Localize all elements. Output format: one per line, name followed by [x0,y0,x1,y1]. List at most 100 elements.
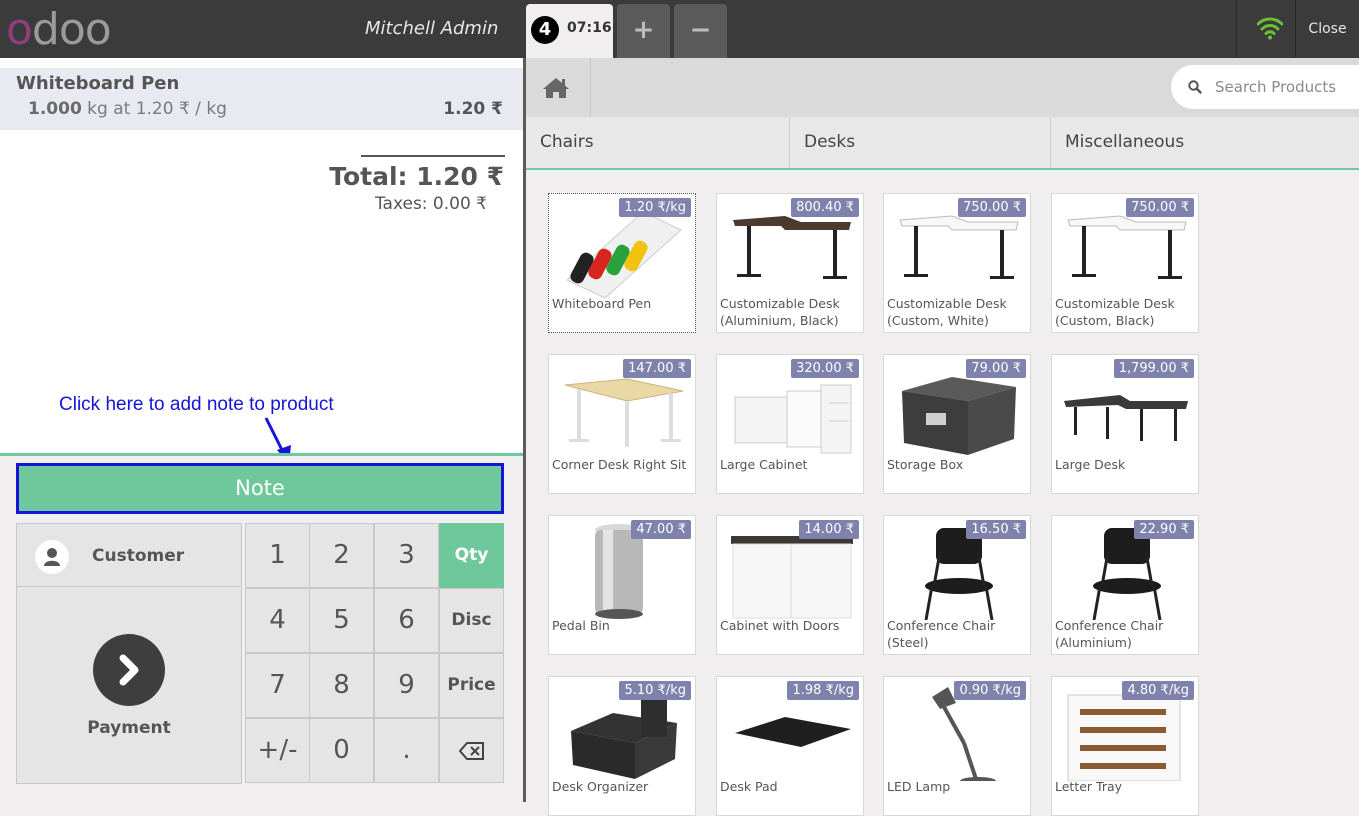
product-price: 0.90 ₹/kg [954,681,1026,700]
payment-label: Payment [87,718,171,738]
product-name: Desk Organizer [552,779,649,794]
product-card[interactable]: 320.00 ₹ Large Cabinet [716,354,864,494]
category-miscellaneous[interactable]: Miscellaneous [1051,117,1359,168]
odoo-logo: odoo [6,4,112,55]
product-topbar [526,58,1359,117]
product-price: 1,799.00 ₹ [1113,359,1194,378]
numpad-key-7[interactable]: 7 [245,653,310,718]
product-name: Customizable Desk (Custom, White) [887,296,1007,328]
order-tab[interactable]: 4 07:16 [526,4,613,58]
product-price: 750.00 ₹ [1126,198,1194,217]
search-box[interactable] [1171,65,1359,109]
product-name: Whiteboard Pen [552,296,652,311]
product-card[interactable]: 14.00 ₹ Cabinet with Doors [716,515,864,655]
product-price: 1.20 ₹/kg [619,198,691,217]
product-name: Customizable Desk (Custom, Black) [1055,296,1175,328]
product-price: 320.00 ₹ [791,359,859,378]
user-icon [35,540,69,574]
numpad-key-3[interactable]: 3 [374,523,439,588]
product-card[interactable]: 1,799.00 ₹ Large Desk [1051,354,1199,494]
numpad-key-4[interactable]: 4 [245,588,310,653]
summary-divider [361,155,505,157]
payment-button[interactable]: Payment [17,588,241,784]
product-price: 147.00 ₹ [623,359,691,378]
product-card[interactable]: 147.00 ₹ Corner Desk Right Sit [548,354,696,494]
product-card[interactable]: 47.00 ₹ Pedal Bin [548,515,696,655]
backspace-key[interactable] [439,718,504,783]
product-price: 750.00 ₹ [958,198,1026,217]
search-icon [1188,80,1202,94]
customer-button[interactable]: Customer [17,524,241,587]
numpad-key-5[interactable]: 5 [309,588,374,653]
close-button[interactable]: Close [1296,0,1359,58]
product-card[interactable]: 16.50 ₹ Conference Chair (Steel) [883,515,1031,655]
product-card[interactable]: 1.98 ₹/kg Desk Pad [716,676,864,816]
cashier-name[interactable]: Mitchell Admin [365,18,498,39]
product-card[interactable]: 5.10 ₹/kg Desk Organizer [548,676,696,816]
product-card[interactable]: 79.00 ₹ Storage Box [883,354,1031,494]
price-mode-button[interactable]: Price [439,653,504,718]
plus-minus-key[interactable]: +/- [245,718,310,783]
pos-header: odoo Mitchell Admin 4 07:16 + − Close [0,0,1359,58]
home-icon [543,78,569,98]
product-name: Cabinet with Doors [720,618,840,633]
add-order-button[interactable]: + [617,4,670,58]
product-card[interactable]: 22.90 ₹ Conference Chair (Aluminium) [1051,515,1199,655]
product-name: Large Desk [1055,457,1126,472]
order-number-badge: 4 [531,16,559,44]
product-price: 4.80 ₹/kg [1122,681,1194,700]
decimal-key[interactable]: . [374,718,439,783]
note-annotation: Click here to add note to product [59,394,334,415]
product-card[interactable]: 750.00 ₹ Customizable Desk (Custom, Whit… [883,193,1031,333]
numpad-key-1[interactable]: 1 [245,523,310,588]
search-products-input[interactable] [1215,75,1355,99]
product-name: Storage Box [887,457,964,472]
product-card[interactable]: 1.20 ₹/kg Whiteboard Pen [548,193,696,333]
product-price: 79.00 ₹ [966,359,1026,378]
numpad-key-8[interactable]: 8 [309,653,374,718]
order-line-info: 1.000 kg at 1.20 ₹ / kg [28,99,227,119]
order-line-qty: 1.000 [28,99,82,119]
numpad: 1 2 3 Qty 4 5 6 Disc 7 8 9 Price +/- 0 . [245,523,504,784]
product-card[interactable]: 0.90 ₹/kg LED Lamp [883,676,1031,816]
product-price: 14.00 ₹ [799,520,859,539]
product-name: Conference Chair (Aluminium) [1055,618,1164,650]
product-price: 16.50 ₹ [966,520,1026,539]
product-card[interactable]: 750.00 ₹ Customizable Desk (Custom, Blac… [1051,193,1199,333]
order-taxes: Taxes: 0.00 ₹ [374,194,487,214]
control-pad-area: Note Customer Payment 1 2 3 Qty 4 5 6 Di… [0,453,523,802]
order-time: 07:16 [567,20,612,36]
order-total: Total: 1.20 ₹ [329,162,504,191]
numpad-key-0[interactable]: 0 [309,718,374,783]
wifi-icon [1257,17,1283,40]
product-name: Letter Tray [1055,779,1123,794]
product-name: Customizable Desk (Aluminium, Black) [720,296,840,328]
action-pad: Customer Payment [16,523,242,784]
note-button[interactable]: Note [16,463,504,514]
backspace-icon [458,741,484,760]
product-name: Desk Pad [720,779,778,794]
product-name: Pedal Bin [552,618,610,633]
order-line-unit: kg at 1.20 ₹ / kg [81,99,227,119]
remove-order-button[interactable]: − [674,4,727,58]
order-line[interactable]: Whiteboard Pen 1.000 kg at 1.20 ₹ / kg 1… [0,68,523,130]
product-name: Conference Chair (Steel) [887,618,996,650]
product-card[interactable]: 800.40 ₹ Customizable Desk (Aluminium, B… [716,193,864,333]
category-chairs[interactable]: Chairs [526,117,790,168]
category-desks[interactable]: Desks [790,117,1051,168]
order-line-price: 1.20 ₹ [443,99,503,119]
disc-mode-button[interactable]: Disc [439,588,504,653]
home-category-button[interactable] [526,58,591,117]
product-price: 5.10 ₹/kg [619,681,691,700]
product-price: 47.00 ₹ [631,520,691,539]
numpad-key-9[interactable]: 9 [374,653,439,718]
product-name: Corner Desk Right Sit [552,457,687,472]
numpad-key-2[interactable]: 2 [309,523,374,588]
product-card[interactable]: 4.80 ₹/kg Letter Tray [1051,676,1199,816]
numpad-key-6[interactable]: 6 [374,588,439,653]
product-price: 800.40 ₹ [791,198,859,217]
qty-mode-button[interactable]: Qty [439,523,504,588]
header-divider [1236,0,1237,58]
order-line-product: Whiteboard Pen [16,73,180,94]
product-name: Large Cabinet [720,457,808,472]
